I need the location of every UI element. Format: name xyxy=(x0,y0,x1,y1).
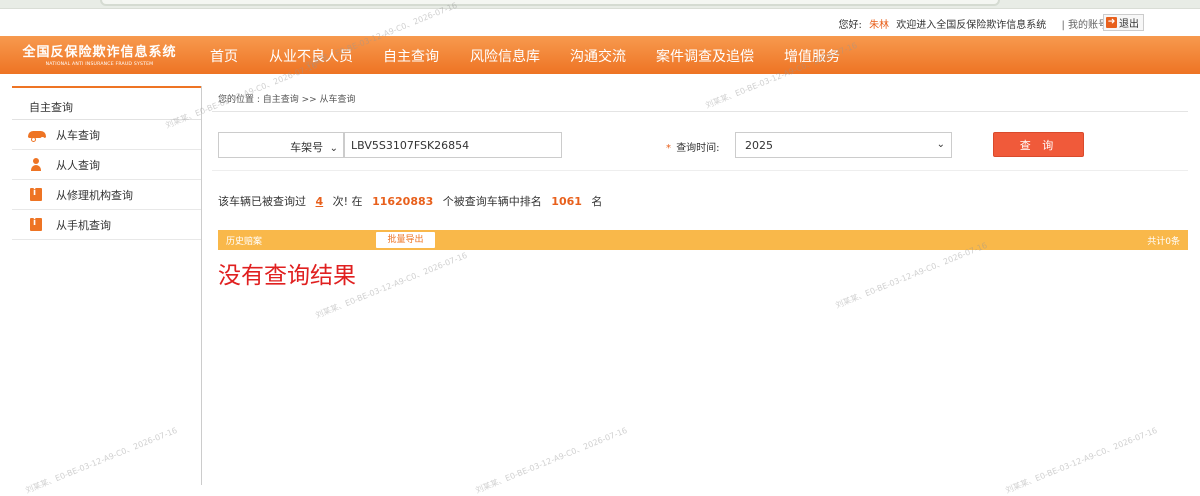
watermark: 刘某某、E0-BE-03-12-A9-C0、2026-07-16 xyxy=(834,240,989,311)
my-account-link[interactable]: | 我的账号 xyxy=(1061,20,1108,31)
browser-address-bar xyxy=(100,0,1000,6)
logo-title-cn: 全国反保险欺诈信息系统 xyxy=(22,45,177,60)
nav-risk-database[interactable]: 风险信息库 xyxy=(470,46,540,66)
vin-input[interactable]: LBV5S3107FSK26854 xyxy=(344,132,562,158)
sidebar-item-label: 从修理机构查询 xyxy=(56,188,133,202)
nav-home[interactable]: 首页 xyxy=(210,46,238,66)
logout-button[interactable]: ➜ 退出 xyxy=(1103,14,1144,31)
sidebar-title: 自主查询 xyxy=(12,86,201,120)
sidebar: 自主查询 从车查询 从人查询 从修理机构查询 从手机查询 xyxy=(12,86,202,485)
query-time-label: * 查询时间: xyxy=(666,139,720,154)
chevron-down-icon: ⌄ xyxy=(936,139,945,150)
nav-case-investigation[interactable]: 案件调查及追偿 xyxy=(656,46,754,66)
user-greeting-group: 您好: 朱林 欢迎进入全国反保险欺诈信息系统 | 我的账号 xyxy=(839,16,1115,31)
query-button[interactable]: 查 询 xyxy=(993,132,1084,157)
stats-mid1: 次! 在 xyxy=(332,195,363,208)
query-type-select[interactable]: 车架号 ⌄ xyxy=(218,132,344,158)
total-vehicles-count: 11620883 xyxy=(372,195,434,208)
query-count[interactable]: 4 xyxy=(316,195,324,208)
top-navbar: 全国反保险欺诈信息系统 NATIONAL ANTI INSURANCE FRAU… xyxy=(0,36,1200,74)
query-stats: 该车辆已被查询过 4 次! 在 11620883 个被查询车辆中排名 1061 … xyxy=(218,193,602,209)
car-icon xyxy=(28,128,46,142)
stats-suffix: 名 xyxy=(591,195,603,208)
logo-title-en: NATIONAL ANTI INSURANCE FRAUD SYSTEM xyxy=(45,62,154,67)
sidebar-item-vehicle-query[interactable]: 从车查询 xyxy=(12,120,201,150)
welcome-text: 欢迎进入全国反保险欺诈信息系统 xyxy=(896,20,1047,31)
history-claims-bar: 历史赔案 批量导出 共计0条 xyxy=(218,230,1188,250)
stats-mid2: 个被查询车辆中排名 xyxy=(442,195,542,208)
watermark: 刘某某、E0-BE-03-12-A9-C0、2026-07-16 xyxy=(1004,425,1159,496)
document-icon xyxy=(30,218,42,231)
sidebar-item-phone-query[interactable]: 从手机查询 xyxy=(12,210,201,240)
form-divider xyxy=(212,170,1188,171)
person-icon xyxy=(28,157,46,172)
logout-label: 退出 xyxy=(1119,19,1139,30)
query-time-text: 查询时间: xyxy=(676,143,720,154)
no-result-message: 没有查询结果 xyxy=(218,263,356,289)
sidebar-item-person-query[interactable]: 从人查询 xyxy=(12,150,201,180)
stats-prefix: 该车辆已被查询过 xyxy=(218,195,306,208)
total-count: 共计0条 xyxy=(1147,237,1180,247)
breadcrumb: 您的位置 : 自主查询 >> 从车查询 xyxy=(218,95,356,105)
browser-top-strip xyxy=(0,0,1200,9)
rank-value: 1061 xyxy=(551,195,582,208)
nav-value-added[interactable]: 增值服务 xyxy=(784,46,840,66)
system-logo: 全国反保险欺诈信息系统 NATIONAL ANTI INSURANCE FRAU… xyxy=(22,41,177,67)
document-icon xyxy=(30,188,42,201)
sidebar-item-label: 从手机查询 xyxy=(56,218,111,232)
user-bar: 您好: 朱林 欢迎进入全国反保险欺诈信息系统 | 我的账号 ➜ 退出 xyxy=(0,10,1200,36)
breadcrumb-divider xyxy=(212,111,1188,112)
batch-export-button[interactable]: 批量导出 xyxy=(376,232,435,248)
sidebar-item-label: 从人查询 xyxy=(56,158,100,172)
history-claims-label: 历史赔案 xyxy=(226,237,263,247)
logout-icon: ➜ xyxy=(1106,17,1117,28)
year-value: 2025 xyxy=(745,139,773,152)
sidebar-item-repair-shop-query[interactable]: 从修理机构查询 xyxy=(12,180,201,210)
required-star: * xyxy=(666,143,671,154)
year-select[interactable]: 2025 ⌄ xyxy=(735,132,952,158)
chevron-down-icon: ⌄ xyxy=(329,143,338,154)
watermark: 刘某某、E0-BE-03-12-A9-C0、2026-07-16 xyxy=(474,425,629,496)
greeting-text: 您好: xyxy=(838,20,862,31)
nav-bad-practitioners[interactable]: 从业不良人员 xyxy=(269,46,353,66)
nav-communication[interactable]: 沟通交流 xyxy=(570,46,626,66)
nav-self-query[interactable]: 自主查询 xyxy=(383,46,439,66)
query-type-value: 车架号 xyxy=(290,141,324,154)
username: 朱林 xyxy=(869,20,890,31)
sidebar-item-label: 从车查询 xyxy=(56,128,100,142)
